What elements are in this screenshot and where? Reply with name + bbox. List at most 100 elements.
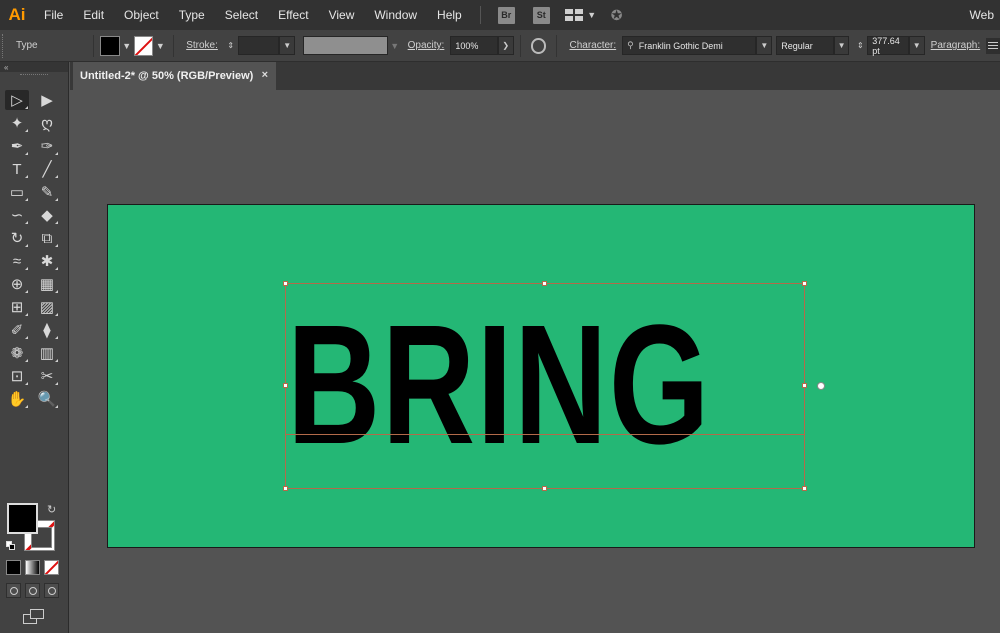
gradient-tool[interactable]: ▨ [35,297,59,317]
menu-file[interactable]: File [34,0,73,30]
handle-bottom-right[interactable] [802,486,807,491]
text-out-port[interactable] [817,382,825,390]
menu-edit[interactable]: Edit [73,0,114,30]
menu-type[interactable]: Type [169,0,215,30]
menu-object[interactable]: Object [114,0,169,30]
rotate-tool[interactable]: ↻ [5,228,29,248]
symbol-sprayer-tool[interactable]: ❁ [5,343,29,363]
handle-bottom-left[interactable] [283,486,288,491]
eyedropper-tool[interactable]: ✐ [5,320,29,340]
default-fill-stroke-icon[interactable] [6,541,15,550]
type-tool[interactable]: T [5,159,29,179]
mesh-tool[interactable]: ⊞ [5,297,29,317]
menu-select[interactable]: Select [215,0,268,30]
handle-middle-right[interactable] [802,383,807,388]
perspective-grid-tool[interactable]: ▦ [35,274,59,294]
screen-mode-icon[interactable] [23,609,45,625]
stroke-weight-stepper[interactable]: ⇕ [224,36,238,56]
variable-width-profile[interactable] [302,36,388,55]
shape-builder-tool[interactable]: ⊕ [5,274,29,294]
opacity-field[interactable]: 100% [450,36,498,55]
menu-help[interactable]: Help [427,0,472,30]
handle-bottom-middle[interactable] [542,486,547,491]
perspective-grid-icon: ▦ [39,276,55,293]
chevron-down-icon[interactable]: ▼ [585,5,599,25]
stroke-weight-field[interactable] [237,36,280,55]
menu-window[interactable]: Window [364,0,427,30]
character-label[interactable]: Character: [569,40,616,51]
font-size-dropdown[interactable]: ▼ [908,36,925,55]
arrange-documents-icon[interactable] [564,9,583,21]
fill-color-swatch[interactable] [100,35,120,56]
canvas-area[interactable]: BRING [70,90,1000,633]
workspace-switcher[interactable]: Web [970,0,994,30]
stock-button[interactable]: St [532,6,550,24]
brush-definition-chevron[interactable]: ▼ [388,36,402,56]
lasso-icon: ღ [41,115,53,132]
paragraph-label[interactable]: Paragraph: [931,40,980,51]
column-graph-tool[interactable]: ▥ [35,343,59,363]
bridge-button[interactable]: Br [497,6,515,24]
draw-inside-icon[interactable] [44,583,59,598]
close-icon[interactable]: × [262,69,268,81]
artboard[interactable]: BRING [107,204,975,548]
opacity-label[interactable]: Opacity: [408,40,445,51]
opacity-dropdown[interactable]: ❯ [497,36,514,55]
tool-name-label: Type [15,40,38,51]
drawing-mode-row [6,583,59,598]
direct-selection-tool[interactable]: ▶ [35,90,59,110]
puppet-warp-tool[interactable]: ✱ [35,251,59,271]
gradient-mode-button[interactable] [25,560,40,575]
tools-panel-collapse[interactable]: « [0,62,68,72]
document-tab[interactable]: Untitled-2* @ 50% (RGB/Preview) × [73,62,276,90]
pen-tool[interactable]: ✒ [5,136,29,156]
swap-fill-stroke-icon[interactable]: ↻ [47,503,56,516]
menu-items: File Edit Object Type Select Effect View Window… [34,0,472,30]
shaper-tool[interactable]: ∽ [5,205,29,225]
magic-wand-tool[interactable]: ✦ [5,113,29,133]
font-style-field[interactable]: Regular [776,36,834,55]
eraser-tool[interactable]: ◆ [35,205,59,225]
blend-tool[interactable]: ⧫ [35,320,59,340]
tools-panel-grip[interactable] [20,74,48,80]
line-tool[interactable]: ╱ [35,159,59,179]
none-mode-button[interactable] [44,560,59,575]
font-family-field[interactable]: ⚲ Franklin Gothic Demi [622,36,757,55]
handle-top-left[interactable] [283,281,288,286]
artboard-tool[interactable]: ⊡ [5,366,29,386]
rectangle-tool[interactable]: ▭ [5,182,29,202]
lasso-tool[interactable]: ღ [35,113,59,133]
menu-effect[interactable]: Effect [268,0,318,30]
paintbrush-icon: ✎ [40,184,54,201]
curvature-tool[interactable]: ✑ [35,136,59,156]
stroke-label[interactable]: Stroke: [186,40,218,51]
hand-tool[interactable]: ✋ [5,389,29,409]
width-tool[interactable]: ≈ [5,251,29,271]
draw-behind-icon[interactable] [25,583,40,598]
fill-swatch[interactable] [7,503,38,534]
handle-top-middle[interactable] [542,281,547,286]
recolor-artwork-icon[interactable] [530,37,547,54]
selection-tool[interactable]: ▷ [5,90,29,110]
font-size-field[interactable]: 377.64 pt [867,36,909,56]
stroke-color-swatch[interactable] [133,35,154,56]
gpu-performance-icon[interactable]: ✪ [611,7,623,24]
slice-tool[interactable]: ✂ [35,366,59,386]
font-style-dropdown[interactable]: ▼ [833,36,850,55]
handle-top-right[interactable] [802,281,807,286]
handle-middle-left[interactable] [283,383,288,388]
draw-normal-icon[interactable] [6,583,21,598]
scale-tool[interactable]: ⧉ [35,228,59,248]
zoom-tool[interactable]: 🔍 [35,389,59,409]
font-size-stepper[interactable]: ⇕ [853,36,867,56]
control-bar-grip[interactable] [2,33,8,58]
stroke-weight-dropdown[interactable]: ▼ [279,36,296,55]
paintbrush-tool[interactable]: ✎ [35,182,59,202]
color-mode-button[interactable] [6,560,21,575]
align-left-icon[interactable] [986,37,1000,54]
stroke-dropdown-chevron[interactable]: ▼ [153,36,167,56]
menu-view[interactable]: View [319,0,365,30]
type-icon: T [12,160,22,178]
font-family-dropdown[interactable]: ▼ [756,36,773,55]
fill-dropdown-chevron[interactable]: ▼ [120,36,134,56]
